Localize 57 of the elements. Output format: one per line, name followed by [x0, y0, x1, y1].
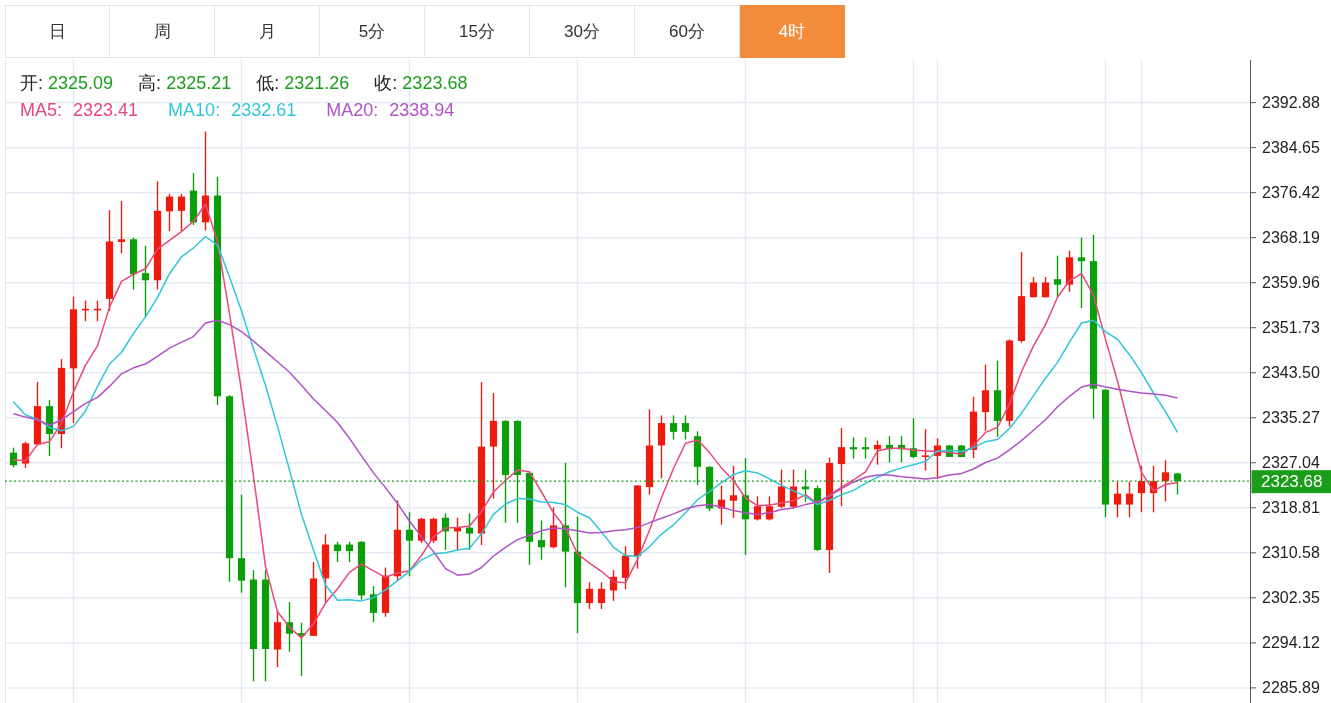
ref-line-label: 2323.68: [1261, 472, 1323, 492]
candlestick: [1053, 254, 1062, 298]
ohlc-legend-entry: 高: 2325.21: [138, 72, 232, 95]
candlestick: [1077, 236, 1086, 309]
candlestick: [657, 414, 666, 480]
candlestick: [981, 363, 990, 432]
price-axis-label: 2285.89: [1262, 679, 1320, 697]
candlestick: [537, 519, 546, 561]
price-axis-label: 2343.50: [1262, 364, 1320, 382]
ma-legend-entry: MA20: 2338.94: [326, 99, 455, 122]
candlestick: [141, 245, 150, 318]
candlestick: [621, 545, 630, 591]
ma-legend-entry: MA5: 2323.41: [20, 99, 139, 122]
price-axis-label: 2376.42: [1262, 184, 1320, 202]
candlestick: [237, 494, 246, 594]
price-axis-label: 2384.65: [1262, 139, 1320, 157]
candlestick: [465, 512, 474, 551]
price-axis-label: 2359.96: [1262, 274, 1320, 292]
candlestick: [837, 427, 846, 507]
candlestick: [585, 581, 594, 610]
candlestick: [1113, 480, 1122, 518]
price-axis-label: 2351.73: [1262, 319, 1320, 337]
candlestick: [669, 414, 678, 441]
candlestick: [369, 585, 378, 623]
candlestick: [165, 193, 174, 232]
period-tab[interactable]: 60分: [635, 5, 740, 58]
candlestick: [1161, 459, 1170, 502]
price-axis-label: 2327.04: [1262, 454, 1320, 472]
period-tab[interactable]: 30分: [530, 5, 635, 58]
price-axis-label: 2310.58: [1262, 544, 1320, 562]
candlestick: [921, 428, 930, 472]
candlestick: [177, 193, 186, 232]
candlestick: [405, 511, 414, 577]
period-tab[interactable]: 月: [215, 5, 320, 58]
period-tab[interactable]: 5分: [320, 5, 425, 58]
price-axis-label: 2302.35: [1262, 589, 1320, 607]
ma-legend-entry: MA10: 2332.61: [168, 99, 297, 122]
price-axis-label: 2335.27: [1262, 409, 1320, 427]
period-tab[interactable]: 日: [5, 5, 110, 58]
candlestick: [117, 200, 126, 255]
last-price-tag: 2323.68: [1251, 470, 1331, 494]
candlestick: [21, 440, 30, 469]
period-tab[interactable]: 15分: [425, 5, 530, 58]
candlestick: [681, 414, 690, 441]
candlestick: [1125, 480, 1134, 518]
candlestick: [1137, 465, 1146, 513]
price-axis-label: 2368.19: [1262, 229, 1320, 247]
price-axis-label: 2294.12: [1262, 634, 1320, 652]
period-tab[interactable]: 周: [110, 5, 215, 58]
ohlc-legend-entry: 开: 2325.09: [20, 72, 114, 95]
price-axis-label: 2318.81: [1262, 499, 1320, 517]
candlestick: [597, 581, 606, 610]
candlestick: [729, 465, 738, 519]
ohlc-legend-entry: 低: 2321.26: [256, 72, 350, 95]
ohlc-legend-entry: 收: 2323.68: [374, 72, 468, 95]
price-axis-label: 2392.88: [1262, 94, 1320, 112]
candlestick: [549, 506, 558, 550]
